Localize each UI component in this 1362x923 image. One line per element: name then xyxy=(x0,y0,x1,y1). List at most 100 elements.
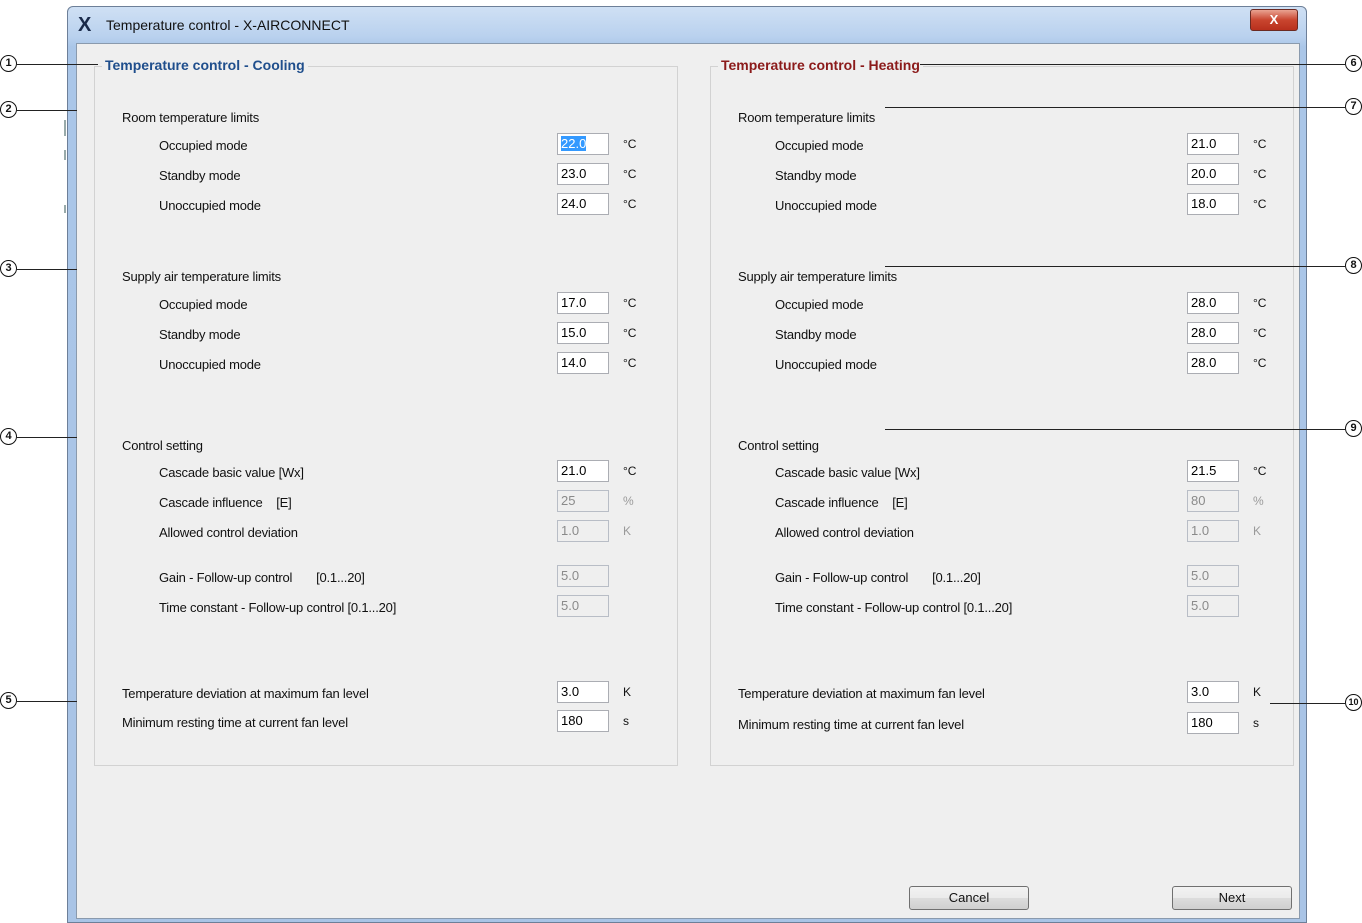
cooling-temp-deviation-label: Temperature deviation at maximum fan lev… xyxy=(122,686,369,701)
heating-room-occupied-input[interactable]: 21.0 xyxy=(1187,133,1239,155)
heating-supply-unoccupied-label: Unoccupied mode xyxy=(775,357,877,372)
heating-room-standby-unit: °C xyxy=(1253,167,1267,181)
cooling-room-standby-label: Standby mode xyxy=(159,168,241,183)
cooling-supply-occupied-label: Occupied mode xyxy=(159,297,248,312)
cooling-supply-standby-input[interactable]: 15.0 xyxy=(557,322,609,344)
cooling-room-occupied-label: Occupied mode xyxy=(159,138,248,153)
heating-room-unoccupied-label: Unoccupied mode xyxy=(775,198,877,213)
heating-time-constant-input: 5.0 xyxy=(1187,595,1239,617)
callout-8-leader xyxy=(885,266,1345,267)
cooling-supply-unoccupied-input[interactable]: 14.0 xyxy=(557,352,609,374)
dialog-window: X Temperature control - X-AIRCONNECT X T… xyxy=(67,6,1307,923)
callout-7-leader xyxy=(885,107,1345,108)
cooling-resting-time-unit: s xyxy=(623,714,629,728)
heating-allowed-deviation-input: 1.0 xyxy=(1187,520,1239,542)
cooling-resting-time-label: Minimum resting time at current fan leve… xyxy=(122,715,348,730)
callout-7: 7 xyxy=(1345,98,1362,115)
page-edge-mark xyxy=(64,205,66,213)
cooling-room-occupied-input[interactable]: 22.0 xyxy=(557,133,609,155)
heating-resting-time-unit: s xyxy=(1253,716,1259,730)
heating-cascade-basic-label: Cascade basic value [Wx] xyxy=(775,465,920,480)
cooling-group-title: Temperature control - Cooling xyxy=(102,57,308,73)
cooling-allowed-deviation-label: Allowed control deviation xyxy=(159,525,298,540)
cooling-room-standby-input[interactable]: 23.0 xyxy=(557,163,609,185)
heating-room-standby-input[interactable]: 20.0 xyxy=(1187,163,1239,185)
cooling-gain-label: Gain - Follow-up control [0.1...20] xyxy=(159,570,365,585)
heating-temp-deviation-unit: K xyxy=(1253,685,1262,699)
title-bar[interactable]: X Temperature control - X-AIRCONNECT X xyxy=(68,7,1306,43)
cancel-button[interactable]: Cancel xyxy=(909,886,1029,910)
heating-supply-standby-input[interactable]: 28.0 xyxy=(1187,322,1239,344)
callout-1-leader xyxy=(17,64,98,65)
cooling-time-constant-label: Time constant - Follow-up control [0.1..… xyxy=(159,600,397,615)
callout-4-leader xyxy=(17,437,77,438)
heating-supply-standby-label: Standby mode xyxy=(775,327,857,342)
cooling-supply-standby-label: Standby mode xyxy=(159,327,241,342)
cooling-cascade-basic-unit: °C xyxy=(623,464,637,478)
heating-allowed-deviation-unit: K xyxy=(1253,524,1262,538)
callout-9-leader xyxy=(885,429,1345,430)
cooling-cascade-influence-input: 25 xyxy=(557,490,609,512)
heating-control-heading: Control setting xyxy=(738,438,819,453)
heating-room-occupied-unit: °C xyxy=(1253,137,1267,151)
heating-supply-occupied-label: Occupied mode xyxy=(775,297,864,312)
heating-room-heading: Room temperature limits xyxy=(738,110,875,125)
heating-supply-occupied-input[interactable]: 28.0 xyxy=(1187,292,1239,314)
callout-10-leader xyxy=(1270,703,1345,704)
heating-room-standby-label: Standby mode xyxy=(775,168,857,183)
cooling-temp-deviation-unit: K xyxy=(623,685,632,699)
heating-allowed-deviation-label: Allowed control deviation xyxy=(775,525,914,540)
callout-3-leader xyxy=(17,269,77,270)
heating-supply-occupied-unit: °C xyxy=(1253,296,1267,310)
callout-5-leader xyxy=(17,701,77,702)
next-button[interactable]: Next xyxy=(1172,886,1292,910)
cooling-room-unoccupied-input[interactable]: 24.0 xyxy=(557,193,609,215)
cooling-gain-input: 5.0 xyxy=(557,565,609,587)
cooling-cascade-influence-unit: % xyxy=(623,494,634,508)
heating-supply-heading: Supply air temperature limits xyxy=(738,269,897,284)
callout-10: 10 xyxy=(1345,694,1362,711)
callout-6: 6 xyxy=(1345,55,1362,72)
cooling-allowed-deviation-unit: K xyxy=(623,524,632,538)
cooling-supply-occupied-unit: °C xyxy=(623,296,637,310)
heating-cascade-basic-unit: °C xyxy=(1253,464,1267,478)
cooling-temp-deviation-input[interactable]: 3.0 xyxy=(557,681,609,703)
cooling-room-occupied-unit: °C xyxy=(623,137,637,151)
heating-gain-input: 5.0 xyxy=(1187,565,1239,587)
heating-supply-unoccupied-input[interactable]: 28.0 xyxy=(1187,352,1239,374)
callout-1: 1 xyxy=(0,55,17,72)
close-button[interactable]: X xyxy=(1250,9,1298,31)
heating-room-unoccupied-input[interactable]: 18.0 xyxy=(1187,193,1239,215)
heating-cascade-influence-unit: % xyxy=(1253,494,1264,508)
heating-temp-deviation-label: Temperature deviation at maximum fan lev… xyxy=(738,686,985,701)
heating-group-title: Temperature control - Heating xyxy=(718,57,923,73)
cooling-allowed-deviation-input: 1.0 xyxy=(557,520,609,542)
heating-cascade-basic-input[interactable]: 21.5 xyxy=(1187,460,1239,482)
cooling-supply-occupied-input[interactable]: 17.0 xyxy=(557,292,609,314)
cooling-control-heading: Control setting xyxy=(122,438,203,453)
callout-6-leader xyxy=(920,64,1345,65)
callout-4: 4 xyxy=(0,428,17,445)
cooling-supply-unoccupied-label: Unoccupied mode xyxy=(159,357,261,372)
cooling-supply-standby-unit: °C xyxy=(623,326,637,340)
cooling-room-unoccupied-unit: °C xyxy=(623,197,637,211)
cooling-room-standby-unit: °C xyxy=(623,167,637,181)
heating-time-constant-label: Time constant - Follow-up control [0.1..… xyxy=(775,600,1013,615)
cooling-supply-heading: Supply air temperature limits xyxy=(122,269,281,284)
cooling-resting-time-input[interactable]: 180 xyxy=(557,710,609,732)
heating-resting-time-input[interactable]: 180 xyxy=(1187,712,1239,734)
callout-2: 2 xyxy=(0,101,17,118)
dialog-client-area: Temperature control - Cooling Room tempe… xyxy=(76,43,1300,919)
heating-room-unoccupied-unit: °C xyxy=(1253,197,1267,211)
callout-8: 8 xyxy=(1345,257,1362,274)
cooling-supply-unoccupied-unit: °C xyxy=(623,356,637,370)
cooling-cascade-basic-input[interactable]: 21.0 xyxy=(557,460,609,482)
page-edge-mark xyxy=(64,150,66,160)
heating-supply-unoccupied-unit: °C xyxy=(1253,356,1267,370)
cooling-cascade-influence-label: Cascade influence [E] xyxy=(159,495,292,510)
window-title: Temperature control - X-AIRCONNECT xyxy=(106,17,350,33)
cooling-room-unoccupied-label: Unoccupied mode xyxy=(159,198,261,213)
heating-temp-deviation-input[interactable]: 3.0 xyxy=(1187,681,1239,703)
cooling-time-constant-input: 5.0 xyxy=(557,595,609,617)
callout-3: 3 xyxy=(0,260,17,277)
